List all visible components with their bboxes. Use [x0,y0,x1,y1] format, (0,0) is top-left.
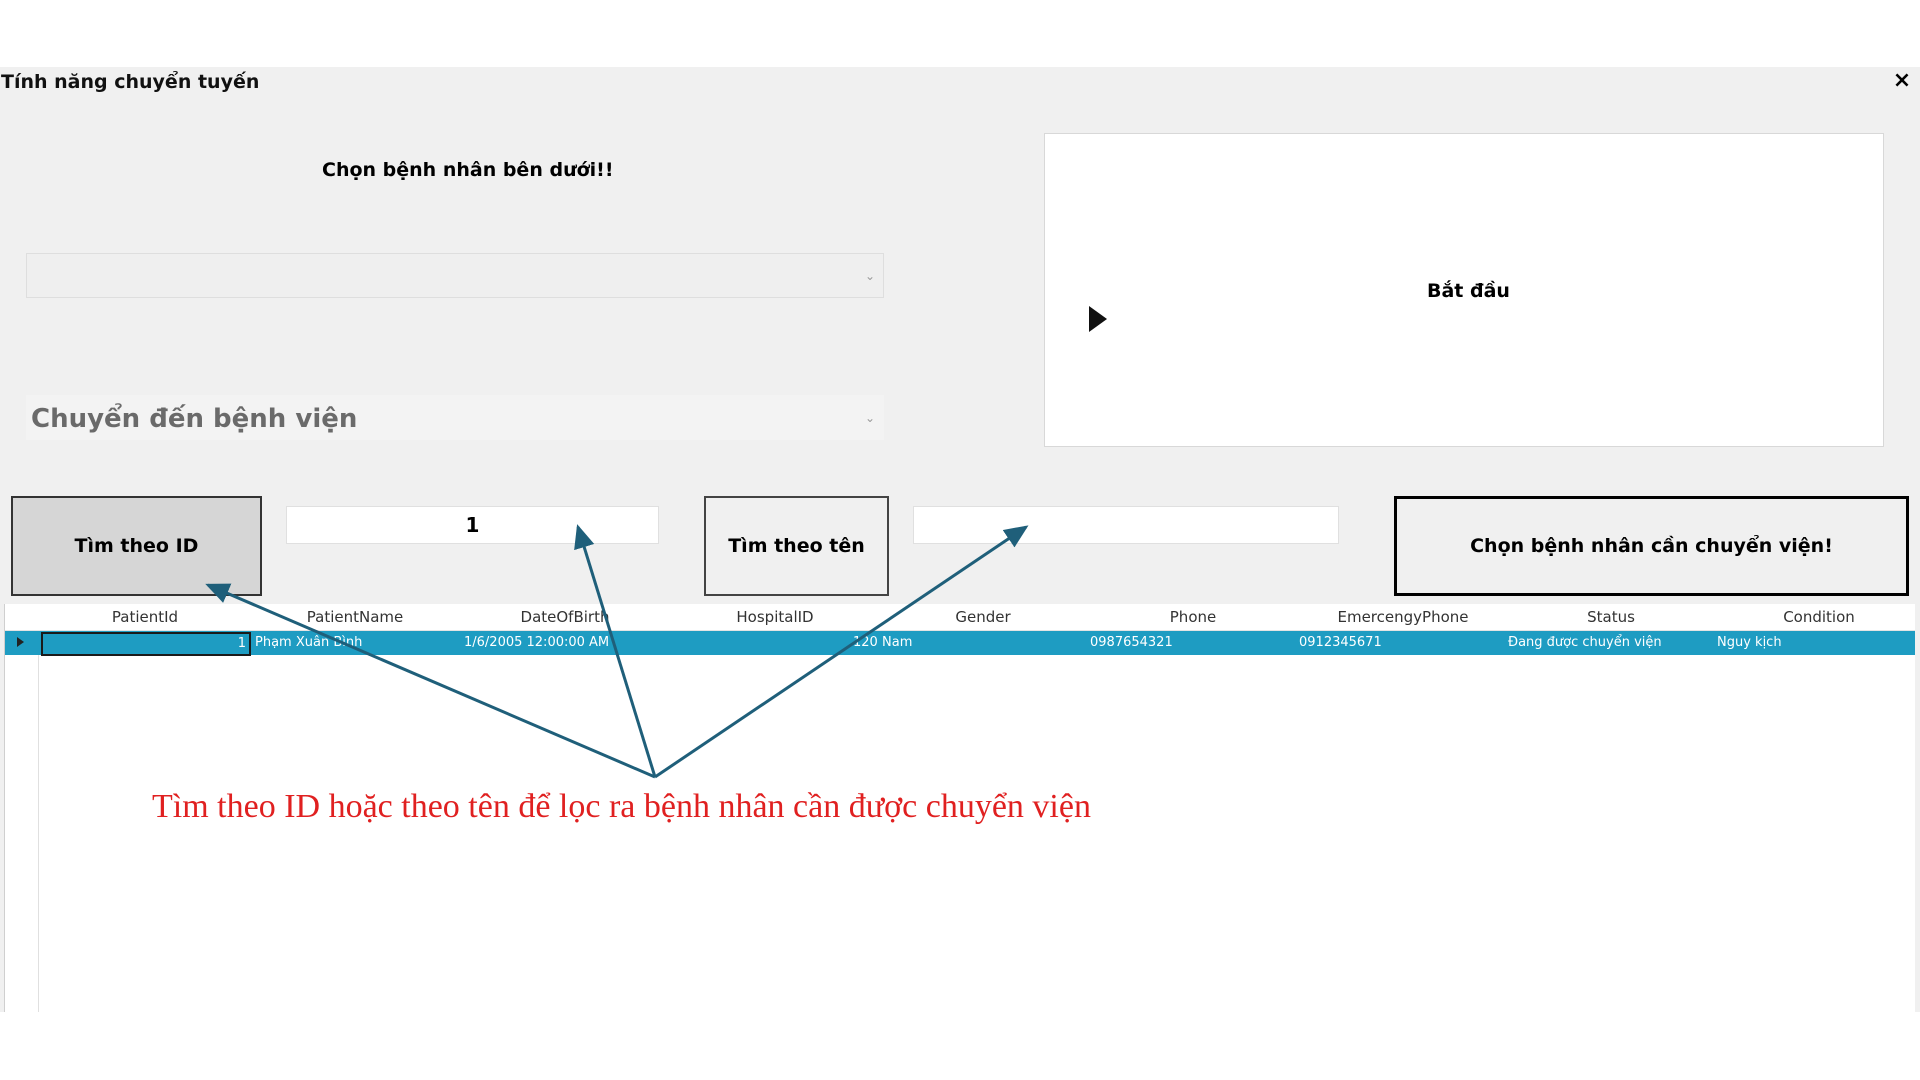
hospital-combobox[interactable]: Chuyển đến bệnh viện ⌄ [26,395,884,440]
cell-patientname[interactable]: Phạm Xuân Bình [255,635,362,650]
column-header-patientid[interactable]: PatientId [85,608,205,626]
column-header-dateofbirth[interactable]: DateOfBirth [505,608,625,626]
current-row-icon [17,637,24,647]
cell-status[interactable]: Đang được chuyển viện [1508,635,1662,650]
play-arrow-icon [1089,306,1107,332]
row-header-column [5,604,39,1012]
transfer-window: Tính năng chuyển tuyến × Chọn bệnh nhân … [0,67,1920,1012]
cell-emergencyphone[interactable]: 0912345671 [1299,635,1382,650]
column-header-gender[interactable]: Gender [923,608,1043,626]
search-by-id-button[interactable]: Tìm theo ID [11,496,262,596]
column-header-phone[interactable]: Phone [1133,608,1253,626]
column-header-status[interactable]: Status [1551,608,1671,626]
cell-phone[interactable]: 0987654321 [1090,635,1173,650]
patient-combobox[interactable]: ⌄ [26,253,884,298]
search-by-name-button[interactable]: Tìm theo tên [704,496,889,596]
chevron-down-icon[interactable]: ⌄ [865,411,875,425]
window-title: Tính năng chuyển tuyến [1,71,260,93]
cell-dateofbirth[interactable]: 1/6/2005 12:00:00 AM [464,635,609,650]
column-header-emergencyphone[interactable]: EmercengyPhone [1323,608,1483,626]
table-row[interactable]: 1 Phạm Xuân Bình 1/6/2005 12:00:00 AM 12… [5,631,1915,656]
grid-header: PatientId PatientName DateOfBirth Hospit… [5,604,1915,631]
column-header-condition[interactable]: Condition [1759,608,1879,626]
column-header-hospitalid[interactable]: HospitalID [715,608,835,626]
name-search-input[interactable] [913,506,1339,544]
title-bar: Tính năng chuyển tuyến × [0,67,1920,99]
annotation-caption: Tìm theo ID hoặc theo tên để lọc ra bệnh… [152,788,1091,825]
close-icon[interactable]: × [1890,67,1914,95]
cell-hospitalid[interactable]: 120 [853,635,878,650]
select-patient-label: Chọn bệnh nhân bên dưới!! [322,159,614,181]
cell-patientid[interactable]: 1 [41,632,251,656]
hospital-combobox-placeholder: Chuyển đến bệnh viện [31,404,358,434]
column-header-patientname[interactable]: PatientName [295,608,415,626]
start-button[interactable]: Bắt đầu [1044,133,1884,447]
cell-gender[interactable]: Nam [882,635,912,650]
id-search-input[interactable]: 1 [286,506,659,544]
choose-patient-button[interactable]: Chọn bệnh nhân cần chuyển viện! [1394,496,1909,596]
chevron-down-icon[interactable]: ⌄ [865,269,875,283]
cell-condition[interactable]: Nguy kịch [1717,635,1782,650]
start-label: Bắt đầu [1427,280,1510,302]
